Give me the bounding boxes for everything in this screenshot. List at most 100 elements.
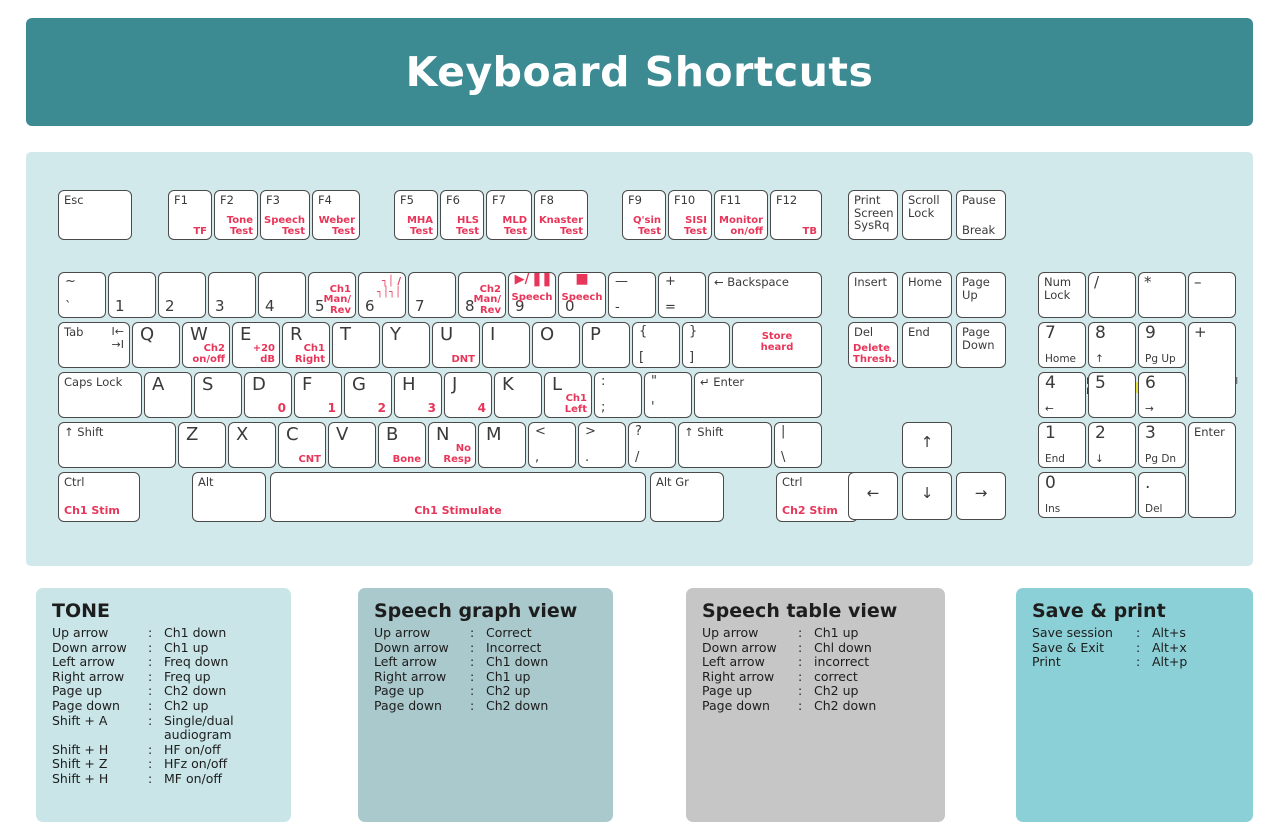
key-alt-left[interactable]: Alt	[192, 472, 266, 522]
key-f4[interactable]: F4 Weber Test	[312, 190, 360, 240]
key-numpad-9[interactable]: 9 Pg Up	[1138, 322, 1186, 368]
key-equals[interactable]: + =	[658, 272, 706, 318]
key-f2[interactable]: F2 Tone Test	[214, 190, 258, 240]
key-numpad-3[interactable]: 3 Pg Dn	[1138, 422, 1186, 468]
key-q[interactable]: Q	[132, 322, 180, 368]
key-space[interactable]: Ch1 Stimulate	[270, 472, 646, 522]
key-arrow-up[interactable]: ↑	[902, 422, 952, 468]
key-6[interactable]: 6 ┐│ / ┐│┐│	[358, 272, 406, 318]
key-numpad-plus[interactable]: +	[1188, 322, 1236, 418]
key-pause-break[interactable]: Pause Break	[956, 190, 1006, 240]
key-f11[interactable]: F11 Monitor on/off	[714, 190, 768, 240]
key-4[interactable]: 4	[258, 272, 306, 318]
key-t[interactable]: T	[332, 322, 380, 368]
key-f6[interactable]: F6 HLS Test	[440, 190, 484, 240]
key-arrow-down[interactable]: ↓	[902, 472, 952, 520]
key-bracket-left[interactable]: { [	[632, 322, 680, 368]
key-f5[interactable]: F5 MHA Test	[394, 190, 438, 240]
key-f9[interactable]: F9 Q'sin Test	[622, 190, 666, 240]
key-numpad-8[interactable]: 8 ↑	[1088, 322, 1136, 368]
key-f7[interactable]: F7 MLD Test	[486, 190, 532, 240]
key-caps-lock[interactable]: Caps Lock	[58, 372, 142, 418]
key-numpad-6[interactable]: 6 →	[1138, 372, 1186, 418]
key-insert[interactable]: Insert	[848, 272, 898, 318]
key-alt-gr[interactable]: Alt Gr	[650, 472, 724, 522]
key-f12[interactable]: F12 TB	[770, 190, 822, 240]
key-m[interactable]: M	[478, 422, 526, 468]
key-f10[interactable]: F10 SISI Test	[668, 190, 712, 240]
key-minus[interactable]: — -	[608, 272, 656, 318]
key-e[interactable]: E +20 dB	[232, 322, 280, 368]
key-arrow-right[interactable]: →	[956, 472, 1006, 520]
key-backspace[interactable]: ← Backspace	[708, 272, 822, 318]
key-1[interactable]: 1	[108, 272, 156, 318]
key-n[interactable]: N No Resp	[428, 422, 476, 468]
key-5[interactable]: 5 Ch1 Man/ Rev	[308, 272, 356, 318]
key-bracket-right[interactable]: } ]	[682, 322, 730, 368]
key-backslash-store-heard[interactable]: Store heard	[732, 322, 822, 368]
key-b[interactable]: B Bone	[378, 422, 426, 468]
key-l[interactable]: L Ch1 Left	[544, 372, 592, 418]
key-3[interactable]: 3	[208, 272, 256, 318]
key-numpad-2[interactable]: 2 ↓	[1088, 422, 1136, 468]
key-numpad-decimal[interactable]: . Del	[1138, 472, 1186, 518]
key-semicolon[interactable]: : ;	[594, 372, 642, 418]
key-delete[interactable]: Del Delete Thresh.	[848, 322, 898, 368]
key-f[interactable]: F 1	[294, 372, 342, 418]
key-f1[interactable]: F1 TF	[168, 190, 212, 240]
key-h[interactable]: H 3	[394, 372, 442, 418]
key-i[interactable]: I	[482, 322, 530, 368]
key-page-up[interactable]: Page Up	[956, 272, 1006, 318]
key-scroll-lock[interactable]: Scroll Lock	[902, 190, 952, 240]
key-z[interactable]: Z	[178, 422, 226, 468]
key-end[interactable]: End	[902, 322, 952, 368]
key-shift-right[interactable]: ↑ Shift	[678, 422, 772, 468]
key-ctrl-right[interactable]: Ctrl Ch2 Stim	[776, 472, 858, 522]
key-shift-left[interactable]: ↑ Shift	[58, 422, 176, 468]
key-c[interactable]: C CNT	[278, 422, 326, 468]
key-arrow-left[interactable]: ←	[848, 472, 898, 520]
key-x[interactable]: X	[228, 422, 276, 468]
key-v[interactable]: V	[328, 422, 376, 468]
key-u[interactable]: U DNT	[432, 322, 480, 368]
key-enter[interactable]: ↵ Enter	[694, 372, 822, 418]
key-f8[interactable]: F8 Knaster Test	[534, 190, 588, 240]
key-numpad-0[interactable]: 0 Ins	[1038, 472, 1136, 518]
key-home[interactable]: Home	[902, 272, 952, 318]
key-y[interactable]: Y	[382, 322, 430, 368]
key-a[interactable]: A	[144, 372, 192, 418]
key-2[interactable]: 2	[158, 272, 206, 318]
key-slash[interactable]: ? /	[628, 422, 676, 468]
key-g[interactable]: G 2	[344, 372, 392, 418]
key-numpad-minus[interactable]: –	[1188, 272, 1236, 318]
key-ctrl-left[interactable]: Ctrl Ch1 Stim	[58, 472, 140, 522]
key-print-screen[interactable]: Print Screen SysRq	[848, 190, 898, 240]
key-w[interactable]: W Ch2 on/off	[182, 322, 230, 368]
key-o[interactable]: O	[532, 322, 580, 368]
key-comma[interactable]: < ,	[528, 422, 576, 468]
key-j[interactable]: J 4	[444, 372, 492, 418]
key-tab[interactable]: Tab I← →I	[58, 322, 130, 368]
key-numpad-multiply[interactable]: *	[1138, 272, 1186, 318]
key-pipe[interactable]: | \	[774, 422, 822, 468]
key-numpad-divide[interactable]: /	[1088, 272, 1136, 318]
key-numpad-enter[interactable]: Enter	[1188, 422, 1236, 518]
key-num-lock[interactable]: Num Lock	[1038, 272, 1086, 318]
key-9[interactable]: 9 ▶/▐▐ Speech	[508, 272, 556, 318]
key-r[interactable]: R Ch1 Right	[282, 322, 330, 368]
key-p[interactable]: P	[582, 322, 630, 368]
key-esc[interactable]: Esc	[58, 190, 132, 240]
key-backtick[interactable]: ~ `	[58, 272, 106, 318]
key-numpad-1[interactable]: 1 End	[1038, 422, 1086, 468]
key-k[interactable]: K	[494, 372, 542, 418]
key-s[interactable]: S	[194, 372, 242, 418]
key-quote[interactable]: " '	[644, 372, 692, 418]
key-8[interactable]: 8 Ch2 Man/ Rev	[458, 272, 506, 318]
key-page-down[interactable]: Page Down	[956, 322, 1006, 368]
key-numpad-5[interactable]: 5	[1088, 372, 1136, 418]
key-d[interactable]: D 0	[244, 372, 292, 418]
key-f3[interactable]: F3 Speech Test	[260, 190, 310, 240]
key-7[interactable]: 7	[408, 272, 456, 318]
key-numpad-7[interactable]: 7 Home	[1038, 322, 1086, 368]
key-numpad-4[interactable]: 4 ←	[1038, 372, 1086, 418]
